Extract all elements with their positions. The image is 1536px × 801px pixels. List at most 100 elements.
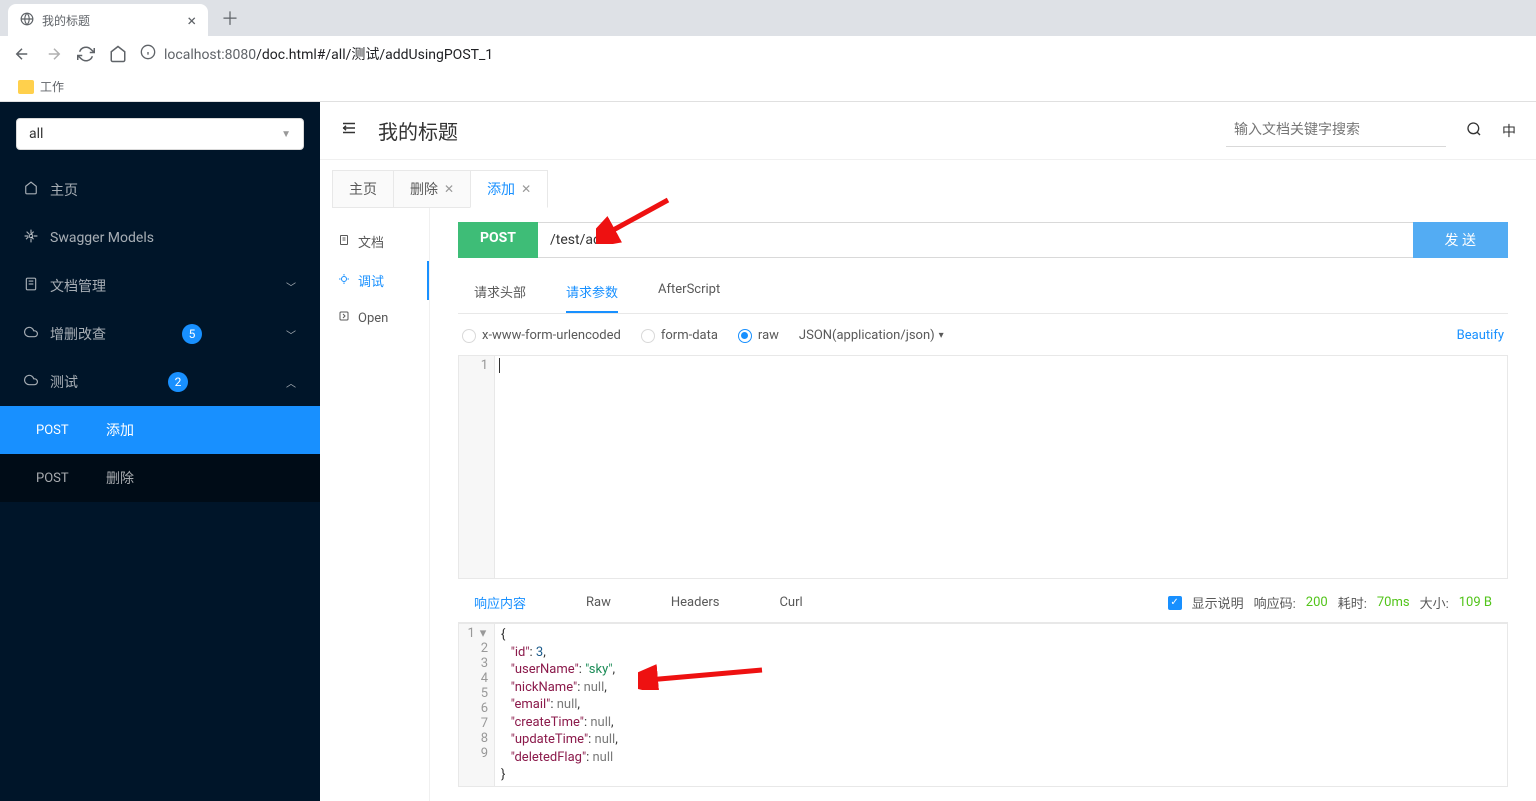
radio-icon [462,329,476,343]
folder-icon [18,80,34,94]
home-button[interactable] [108,44,128,64]
chevron-down-icon: ▾ [939,330,944,341]
collapse-sidebar-button[interactable] [340,119,358,142]
browser-tab[interactable]: 我的标题 × [8,4,208,36]
api-path-input[interactable]: /test/add [538,222,1413,258]
editor-body[interactable] [495,356,1507,578]
page-title: 我的标题 [378,116,458,145]
sidebar-item-label: 测试 [50,372,78,392]
tab-resp-content[interactable]: 响应内容 [474,593,526,612]
close-icon[interactable]: ✕ [521,182,531,196]
language-switch[interactable]: 中 [1502,121,1516,141]
response-tabs: 响应内容 Raw Headers Curl ✓ 显示说明 响应码: 200 耗时… [458,579,1508,623]
editor-gutter: 1 ▾23456789 [459,624,495,786]
api-url-row: POST /test/add 发 送 [458,222,1508,258]
close-icon[interactable]: ✕ [444,182,454,196]
detail-nav-open[interactable]: Open [320,300,429,336]
response-meta: ✓ 显示说明 响应码: 200 耗时: 70ms 大小: 109 B [1168,593,1492,612]
body-type-row: x-www-form-urlencoded form-data raw JSON… [458,328,1508,355]
radio-label: raw [758,328,779,343]
response-body-editor[interactable]: 1 ▾23456789 { "id": 3, "userName": "sky"… [458,623,1508,787]
sidebar: all ▼ 主页 Swagger Models 文档管理 ﹀ 增删改查 5 ﹀ [0,102,320,801]
open-icon [338,310,350,326]
detail-nav: 文档 调试 Open [320,208,430,801]
resp-code-label: 响应码: [1254,593,1296,612]
close-tab-icon[interactable]: × [187,11,196,30]
resp-size-label: 大小: [1420,593,1449,612]
reload-button[interactable] [76,44,96,64]
info-icon [140,44,156,64]
chevron-down-icon: ﹀ [286,327,296,342]
url-input[interactable]: localhost:8080/doc.html#/all/测试/addUsing… [140,44,1524,64]
beautify-button[interactable]: Beautify [1457,328,1504,343]
tab-req-params[interactable]: 请求参数 [566,272,618,313]
radio-label: x-www-form-urlencoded [482,328,621,343]
sidebar-item-label: 文档管理 [50,276,106,296]
tab-add[interactable]: 添加 ✕ [470,170,548,208]
content-tabs: 主页 删除 ✕ 添加 ✕ [320,160,1536,208]
forward-button[interactable] [44,44,64,64]
detail-nav-label: Open [358,311,388,326]
sidebar-item-label: 增删改查 [50,324,106,344]
browser-tab-title: 我的标题 [42,12,90,29]
work-area: 文档 调试 Open POST /test/add 发 送 [320,208,1536,801]
sidebar-item-crud[interactable]: 增删改查 5 ﹀ [0,310,320,358]
sidebar-item-test[interactable]: 测试 2 ︿ [0,358,320,406]
request-body-editor[interactable]: 1 [458,355,1508,579]
url-path: /doc.html#/all/测试/addUsingPOST_1 [256,47,493,63]
http-method: POST [36,471,84,486]
url-host: localhost: [164,47,225,63]
group-select-value: all [29,126,43,142]
sidebar-subitem-add[interactable]: POST 添加 [0,406,320,454]
search-icon[interactable] [1466,121,1482,141]
group-select[interactable]: all ▼ [16,118,304,150]
send-button[interactable]: 发 送 [1413,222,1508,258]
sidebar-subitem-del[interactable]: POST 删除 [0,454,320,502]
tab-home[interactable]: 主页 [332,170,394,208]
resp-time-value: 70ms [1377,595,1410,610]
tab-delete[interactable]: 删除 ✕ [393,170,471,208]
doc-icon [24,277,38,295]
debug-panel: POST /test/add 发 送 请求头部 请求参数 AfterScript… [430,208,1536,801]
sidebar-item-swagger[interactable]: Swagger Models [0,214,320,262]
bookmarks-bar: 工作 [0,72,1536,102]
detail-nav-debug[interactable]: 调试 [320,261,429,300]
tab-req-headers[interactable]: 请求头部 [474,272,526,313]
checkbox-show-desc[interactable]: ✓ [1168,596,1182,610]
file-icon [338,234,350,250]
cursor [499,358,500,373]
api-path-value: /test/add [550,232,609,248]
radio-form-data[interactable]: form-data [641,328,718,343]
radio-form-urlencoded[interactable]: x-www-form-urlencoded [462,328,621,343]
main-area: 我的标题 中 主页 删除 ✕ 添加 ✕ 文档 [320,102,1536,801]
sidebar-item-home[interactable]: 主页 [0,166,320,214]
search-input[interactable] [1226,115,1446,147]
address-bar: localhost:8080/doc.html#/all/测试/addUsing… [0,36,1536,72]
sidebar-subitem-label: 添加 [106,420,134,440]
tab-resp-raw[interactable]: Raw [586,595,611,610]
tab-resp-headers[interactable]: Headers [671,595,720,610]
detail-nav-label: 文档 [358,232,384,251]
bookmark-item[interactable]: 工作 [40,78,64,95]
cloud-icon [24,373,38,391]
back-button[interactable] [12,44,32,64]
content-type-select[interactable]: JSON(application/json) ▾ [799,328,944,343]
resp-size-value: 109 B [1459,595,1492,610]
line-number: 1 [465,358,488,373]
http-method: POST [36,423,84,438]
sidebar-item-doc-mgmt[interactable]: 文档管理 ﹀ [0,262,320,310]
tab-afterscript[interactable]: AfterScript [658,272,720,313]
request-tabs: 请求头部 请求参数 AfterScript [458,272,1508,314]
radio-raw[interactable]: raw [738,328,779,343]
detail-nav-doc[interactable]: 文档 [320,222,429,261]
browser-chrome: 我的标题 × ＋ localhost:8080/doc.html#/all/测试… [0,0,1536,102]
tab-resp-curl[interactable]: Curl [779,595,802,610]
new-tab-button[interactable]: ＋ [216,4,244,32]
resp-code-value: 200 [1306,595,1328,610]
radio-icon [738,329,752,343]
tab-label: 删除 [410,179,438,199]
detail-nav-label: 调试 [358,271,384,290]
editor-body: { "id": 3, "userName": "sky", "nickName"… [495,624,1507,786]
count-badge: 5 [182,324,202,344]
resp-time-label: 耗时: [1338,593,1367,612]
